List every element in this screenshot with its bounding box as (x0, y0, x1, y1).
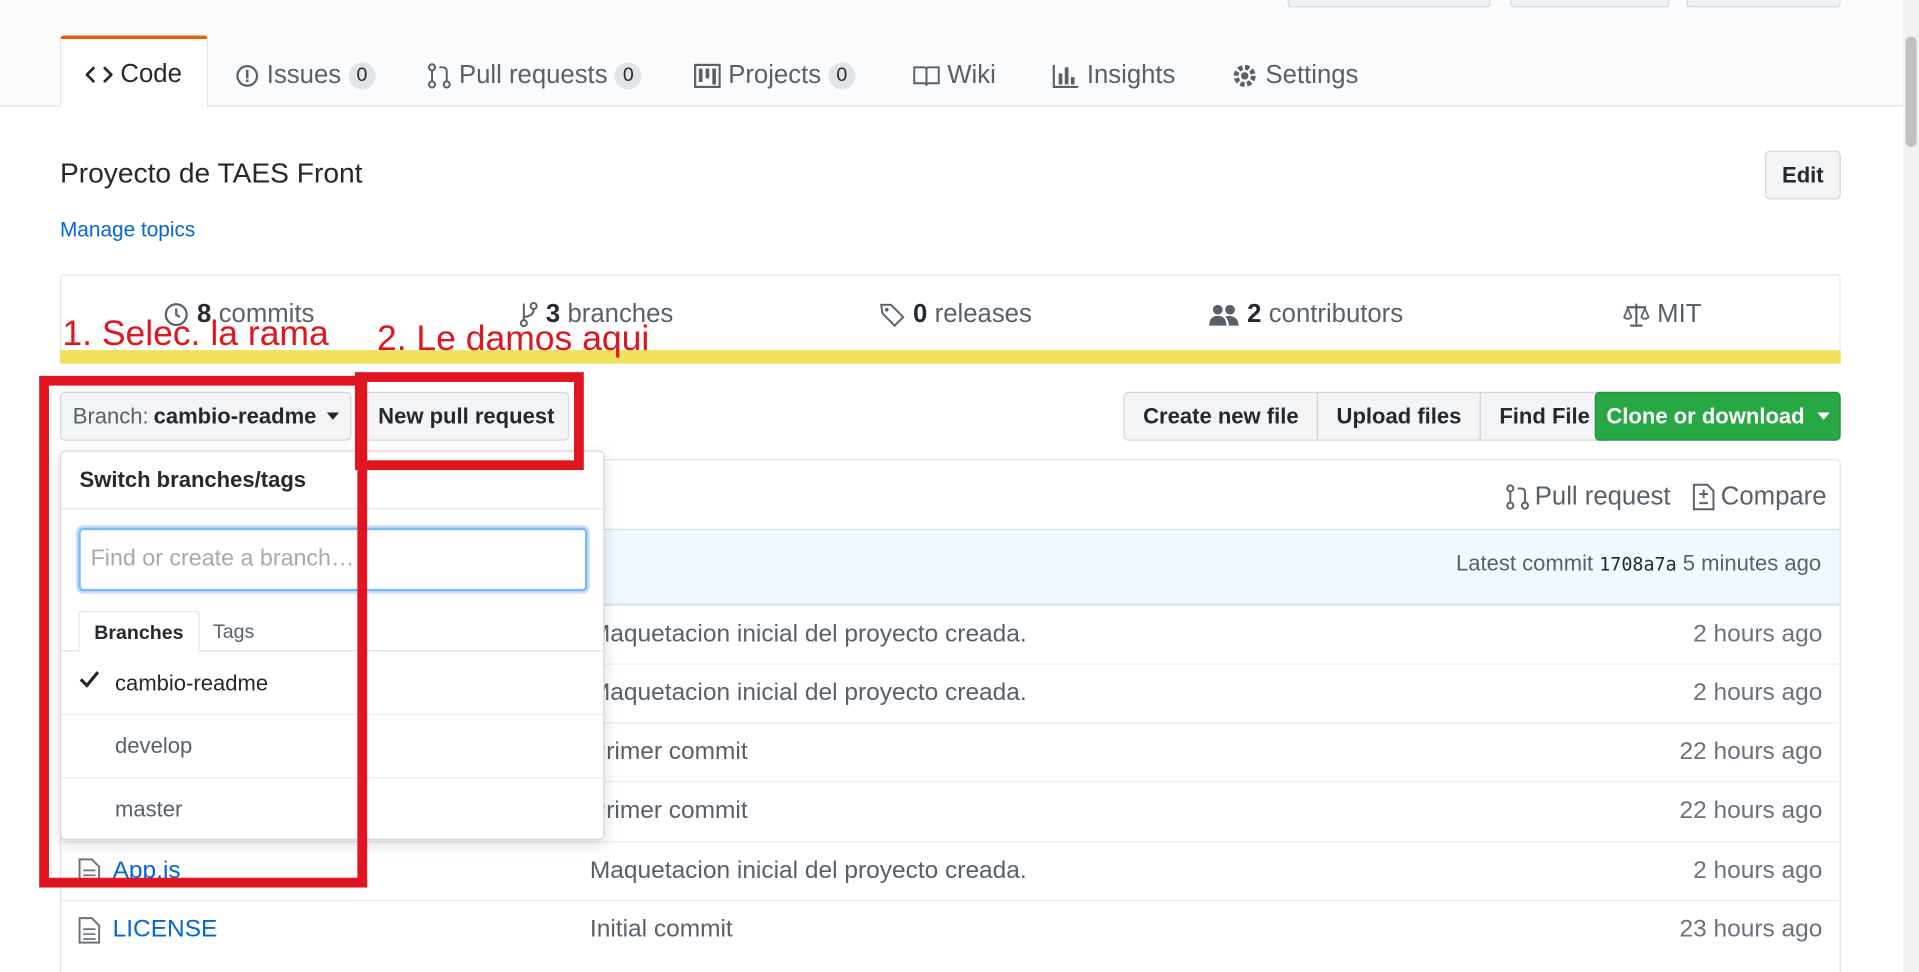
tab-pull-requests[interactable]: Pull requests 0 (427, 44, 642, 108)
file-link[interactable]: LICENSE (78, 916, 217, 944)
commit-message-link[interactable]: Primer commit (590, 797, 748, 825)
commit-message-link[interactable]: Primer commit (590, 738, 748, 766)
tab-label: Wiki (947, 61, 996, 90)
license-link[interactable]: MIT (1623, 297, 1702, 331)
pull-request-link[interactable]: Pull request (1505, 480, 1671, 514)
tag-icon (879, 301, 906, 328)
graph-icon (1052, 64, 1080, 89)
latest-commit-age: 5 minutes ago (1682, 550, 1822, 576)
issues-counter: 0 (348, 62, 376, 90)
annotation-step-1: 1. Selec. la rama (62, 314, 329, 354)
commit-age: 22 hours ago (1679, 738, 1823, 766)
commit-age: 22 hours ago (1679, 796, 1823, 824)
star-button-edge[interactable] (1510, 0, 1670, 8)
pull-requests-counter: 0 (614, 62, 642, 90)
contributors-link[interactable]: 2 contributors (1208, 297, 1403, 331)
commit-age: 2 hours ago (1693, 620, 1823, 648)
contributors-label: contributors (1268, 299, 1404, 329)
commit-sha-link[interactable]: 1708a7a (1599, 553, 1676, 575)
tab-projects[interactable]: Projects 0 (694, 44, 856, 108)
file-icon (78, 916, 101, 944)
latest-commit-label: Latest commit (1455, 550, 1594, 576)
code-icon (86, 65, 114, 85)
tab-label: Settings (1265, 61, 1359, 90)
annotation-box-branch (39, 375, 368, 888)
contributors-count: 2 (1247, 299, 1262, 329)
annotation-box-new-pr (354, 372, 584, 471)
git-pull-request-icon (1505, 484, 1530, 511)
releases-count: 0 (913, 299, 928, 329)
commit-message-link[interactable]: Maquetacion inicial del proyecto creada. (590, 857, 1027, 885)
fork-button-edge[interactable] (1686, 0, 1841, 8)
git-pull-request-icon (427, 62, 451, 89)
commit-message-link[interactable]: Maquetacion inicial del proyecto creada. (590, 679, 1027, 707)
gear-icon (1231, 62, 1258, 89)
compare-label: Compare (1720, 482, 1827, 511)
commit-age: 23 hours ago (1679, 915, 1823, 943)
law-icon (1623, 301, 1650, 328)
pull-request-label: Pull request (1534, 482, 1671, 511)
releases-label: releases (934, 299, 1032, 329)
releases-link[interactable]: 0 releases (879, 297, 1032, 331)
file-diff-icon (1691, 483, 1715, 511)
tab-label: Projects (728, 61, 822, 90)
tab-code[interactable]: Code (59, 35, 209, 108)
scrollbar-thumb[interactable] (1905, 36, 1917, 147)
commit-message-link[interactable]: Initial commit (590, 916, 733, 944)
table-row: LICENSE Initial commit 23 hours ago (61, 899, 1840, 959)
book-icon (913, 65, 940, 87)
github-repo-page: Code Issues 0 Pull requests 0 Projects 0… (0, 0, 1919, 972)
compare-link[interactable]: Compare (1691, 480, 1827, 514)
tab-label: Issues (266, 61, 342, 90)
issue-opened-icon (235, 64, 259, 88)
license-name: MIT (1657, 299, 1702, 329)
project-icon (694, 63, 721, 89)
watch-button-edge[interactable] (1287, 0, 1491, 8)
latest-commit-info: Latest commit 1708a7a 5 minutes ago (1456, 551, 1821, 577)
projects-counter: 0 (828, 62, 856, 90)
tab-label: Code (120, 59, 182, 89)
manage-topics-link[interactable]: Manage topics (60, 218, 195, 242)
tab-insights[interactable]: Insights (1052, 44, 1176, 108)
commit-message-link[interactable]: Maquetacion inicial del proyecto creada. (590, 621, 1027, 649)
find-file-button[interactable]: Find File (1479, 391, 1610, 441)
file-actions-group: Create new file Upload files Find File (1123, 391, 1610, 441)
tab-wiki[interactable]: Wiki (913, 44, 996, 108)
repo-description: Proyecto de TAES Front (59, 156, 363, 189)
file-name: LICENSE (112, 915, 218, 943)
edit-description-button[interactable]: Edit (1764, 150, 1841, 200)
commit-age: 2 hours ago (1693, 679, 1823, 707)
annotation-step-2: 2. Le damos aqui (376, 319, 650, 359)
commit-age: 2 hours ago (1693, 856, 1823, 884)
caret-down-icon (1816, 412, 1830, 420)
tab-settings[interactable]: Settings (1231, 44, 1358, 108)
tab-label: Pull requests (458, 61, 608, 90)
create-new-file-button[interactable]: Create new file (1123, 391, 1319, 441)
tab-issues[interactable]: Issues 0 (235, 44, 376, 108)
clone-label: Clone or download (1606, 403, 1805, 428)
clone-or-download-button[interactable]: Clone or download (1594, 391, 1841, 441)
upload-files-button[interactable]: Upload files (1316, 391, 1481, 441)
tab-label: Insights (1086, 61, 1176, 90)
organization-icon (1208, 302, 1240, 326)
